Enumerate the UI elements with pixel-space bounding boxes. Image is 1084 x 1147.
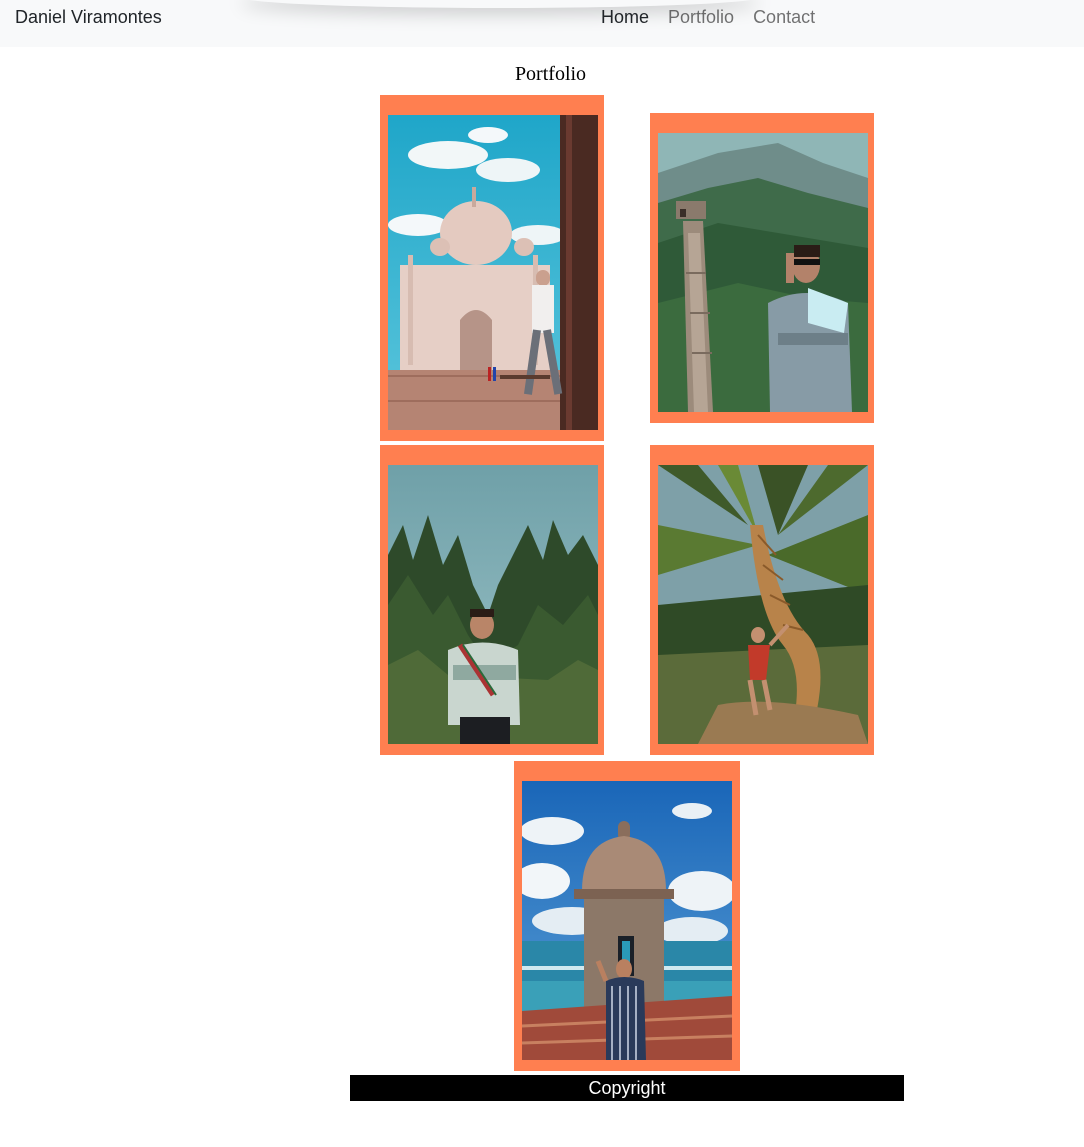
photo-frame-trees — [380, 445, 604, 755]
photo-frame-sentry-box — [514, 761, 740, 1071]
photo-frame-taj-mahal — [380, 95, 604, 441]
nav-link-contact[interactable]: Contact — [753, 6, 815, 28]
footer-copyright: Copyright — [588, 1078, 666, 1098]
footer: Copyright — [350, 1075, 904, 1101]
nav-link-home[interactable]: Home — [601, 6, 649, 28]
photo-great-wall — [658, 133, 868, 412]
photo-taj-mahal — [388, 115, 598, 430]
navbar: Daniel Viramontes Home Portfolio Contact — [0, 0, 1084, 47]
photo-palm-tree — [658, 465, 868, 744]
photo-frame-palm-tree — [650, 445, 874, 755]
nav-links: Home Portfolio Contact — [601, 6, 834, 28]
photo-frame-great-wall — [650, 113, 874, 423]
nav-link-portfolio[interactable]: Portfolio — [668, 6, 734, 28]
photo-trees — [388, 465, 598, 744]
photo-sentry-box — [522, 781, 732, 1060]
brand-link[interactable]: Daniel Viramontes — [15, 6, 162, 28]
page-title: Portfolio — [514, 63, 587, 85]
